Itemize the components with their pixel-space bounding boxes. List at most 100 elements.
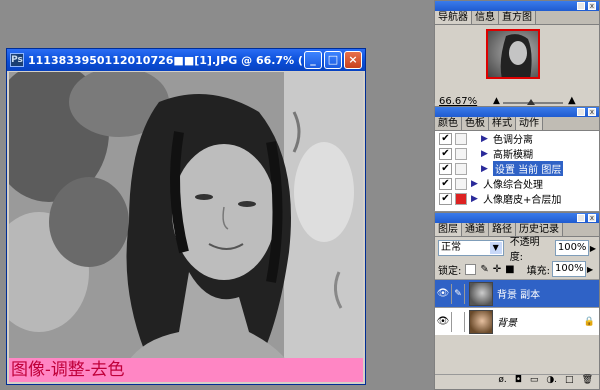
action-checkbox[interactable]: ✔ (439, 162, 452, 175)
new-layer-icon[interactable]: □ (565, 375, 574, 387)
image-canvas[interactable]: 图像-调整-去色 (9, 72, 363, 382)
palette-header[interactable]: x (435, 107, 599, 117)
trash-icon[interactable]: 🗑 (582, 375, 593, 387)
dialog-toggle[interactable] (455, 147, 467, 160)
document-window[interactable]: Ps 1113833950112010726■■[1].JPG @ 66.7% … (6, 48, 366, 385)
tab-swatches[interactable]: 色板 (462, 117, 489, 130)
grayscale-portrait-image (9, 72, 363, 382)
palette-close-icon[interactable]: x (588, 2, 596, 10)
lock-all-icon[interactable]: ■ (505, 264, 514, 275)
navigator-tabs: 导航器 信息 直方图 (435, 11, 599, 25)
brush-icon[interactable]: ✎ (451, 283, 465, 304)
layer-thumbnail (469, 281, 493, 306)
expand-triangle-icon[interactable]: ▶ (481, 149, 491, 159)
opacity-arrow-icon[interactable]: ▶ (590, 244, 596, 253)
opacity-label: 不透明度: (509, 237, 540, 263)
new-set-icon[interactable]: ▭ (530, 375, 539, 387)
action-label: 设置 当前 图层 (493, 161, 564, 176)
link-cell[interactable] (451, 311, 465, 332)
tab-styles[interactable]: 样式 (489, 117, 516, 130)
dialog-toggle[interactable] (455, 177, 467, 190)
action-checkbox[interactable]: ✔ (439, 192, 452, 205)
lock-label: 锁定: (438, 265, 462, 277)
action-label: 人像综合处理 (483, 180, 543, 191)
action-item[interactable]: ✔ ▶ 色调分离 (435, 131, 599, 146)
maximize-button[interactable]: □ (324, 51, 342, 69)
layer-name: 背景 副本 (497, 290, 541, 301)
action-label: 高斯模糊 (493, 150, 533, 161)
palette-close-icon[interactable]: x (588, 214, 596, 222)
layer-thumbnail (469, 309, 493, 334)
dialog-toggle[interactable] (455, 132, 467, 145)
navigator-preview[interactable] (435, 25, 599, 97)
navigator-view-box[interactable] (486, 29, 540, 79)
blend-mode-value: 正常 (441, 242, 461, 253)
tab-layers[interactable]: 图层 (435, 223, 462, 236)
chevron-down-icon[interactable]: ▼ (489, 242, 502, 254)
lock-icon: 🔒 (583, 316, 595, 327)
action-item[interactable]: ✔ ▶ 人像磨皮+合层加 (435, 191, 599, 206)
layer-row-background-copy[interactable]: 👁 ✎ 背景 副本 (435, 279, 599, 307)
actions-list: ✔ ▶ 色调分离 ✔ ▶ 高斯模糊 ✔ ▶ 设置 当前 图层 ✔ ▶ 人像综合处… (435, 131, 599, 211)
expand-triangle-icon[interactable]: ▶ (471, 179, 481, 189)
opacity-field[interactable]: 100% (554, 240, 589, 256)
tab-histogram[interactable]: 直方图 (499, 11, 536, 24)
blend-row: 正常 ▼ 不透明度: 100% ▶ (435, 237, 599, 263)
close-button[interactable]: × (344, 51, 362, 69)
palette-header[interactable]: x (435, 213, 599, 223)
palette-close-icon[interactable]: x (588, 108, 596, 116)
zoom-out-icon[interactable]: ▲ (493, 96, 500, 106)
action-label: 色调分离 (493, 135, 533, 146)
blend-mode-select[interactable]: 正常 ▼ (438, 240, 504, 256)
dialog-toggle[interactable] (455, 162, 467, 175)
actions-tabs: 颜色 色板 样式 动作 (435, 117, 599, 131)
expand-triangle-icon[interactable]: ▶ (481, 164, 491, 174)
eye-icon[interactable]: 👁 (435, 288, 451, 299)
palette-minimize-icon[interactable] (577, 108, 585, 116)
document-titlebar[interactable]: Ps 1113833950112010726■■[1].JPG @ 66.7% … (7, 49, 365, 71)
lock-transparency-toggle[interactable] (465, 263, 477, 275)
fill-value: 100% (554, 263, 584, 274)
minimize-button[interactable]: _ (304, 51, 322, 69)
palette-minimize-icon[interactable] (577, 214, 585, 222)
adjustment-layer-icon[interactable]: ◑. (546, 375, 557, 387)
layer-style-icon[interactable]: ø. (498, 375, 506, 387)
palette-header[interactable]: x (435, 1, 599, 11)
action-label: 人像磨皮+合层加 (483, 195, 562, 206)
actions-palette[interactable]: x 颜色 色板 样式 动作 ✔ ▶ 色调分离 ✔ ▶ 高斯模糊 ✔ ▶ 设置 当… (434, 106, 600, 211)
fill-arrow-icon[interactable]: ▶ (587, 265, 593, 274)
tab-color[interactable]: 颜色 (435, 117, 462, 130)
zoom-in-icon[interactable]: ▲ (568, 95, 576, 106)
zoom-slider-handle[interactable] (527, 99, 535, 105)
lock-pixels-icon[interactable]: ✎ (480, 264, 488, 275)
action-item[interactable]: ✔ ▶ 高斯模糊 (435, 146, 599, 161)
document-title: 1113833950112010726■■[1].JPG @ 66.7% (背.… (28, 54, 302, 67)
opacity-value: 100% (557, 242, 587, 253)
photoshop-icon: Ps (10, 53, 24, 67)
layer-name: 背景 (497, 318, 517, 329)
layers-palette[interactable]: x 图层 通道 路径 历史记录 正常 ▼ 不透明度: 100% ▶ 锁定: ✎ … (434, 212, 600, 390)
zoom-slider[interactable] (503, 99, 563, 105)
tab-actions[interactable]: 动作 (516, 117, 543, 130)
navigator-palette[interactable]: x 导航器 信息 直方图 66.67% ▲ ▲ (434, 0, 600, 109)
tab-navigator[interactable]: 导航器 (435, 11, 472, 24)
palette-minimize-icon[interactable] (577, 2, 585, 10)
action-checkbox[interactable]: ✔ (439, 177, 452, 190)
action-checkbox[interactable]: ✔ (439, 132, 452, 145)
action-item-selected[interactable]: ✔ ▶ 设置 当前 图层 (435, 161, 599, 176)
action-checkbox[interactable]: ✔ (439, 147, 452, 160)
action-item[interactable]: ✔ ▶ 人像综合处理 (435, 176, 599, 191)
dialog-toggle[interactable] (455, 192, 467, 205)
eye-icon[interactable]: 👁 (435, 316, 451, 327)
expand-triangle-icon[interactable]: ▶ (481, 134, 491, 144)
layer-mask-icon[interactable]: ◘ (515, 375, 522, 387)
layers-footer: ø. ◘ ▭ ◑. □ 🗑 (435, 374, 599, 387)
tab-info[interactable]: 信息 (472, 11, 499, 24)
lock-position-icon[interactable]: ✛ (493, 264, 501, 275)
fill-field[interactable]: 100% (551, 261, 586, 277)
tab-channels[interactable]: 通道 (462, 223, 489, 236)
fill-label: 填充: (526, 265, 550, 277)
layer-row-background[interactable]: 👁 背景 🔒 (435, 307, 599, 335)
expand-triangle-icon[interactable]: ▶ (471, 194, 481, 204)
caption-banner: 图像-调整-去色 (9, 358, 363, 382)
